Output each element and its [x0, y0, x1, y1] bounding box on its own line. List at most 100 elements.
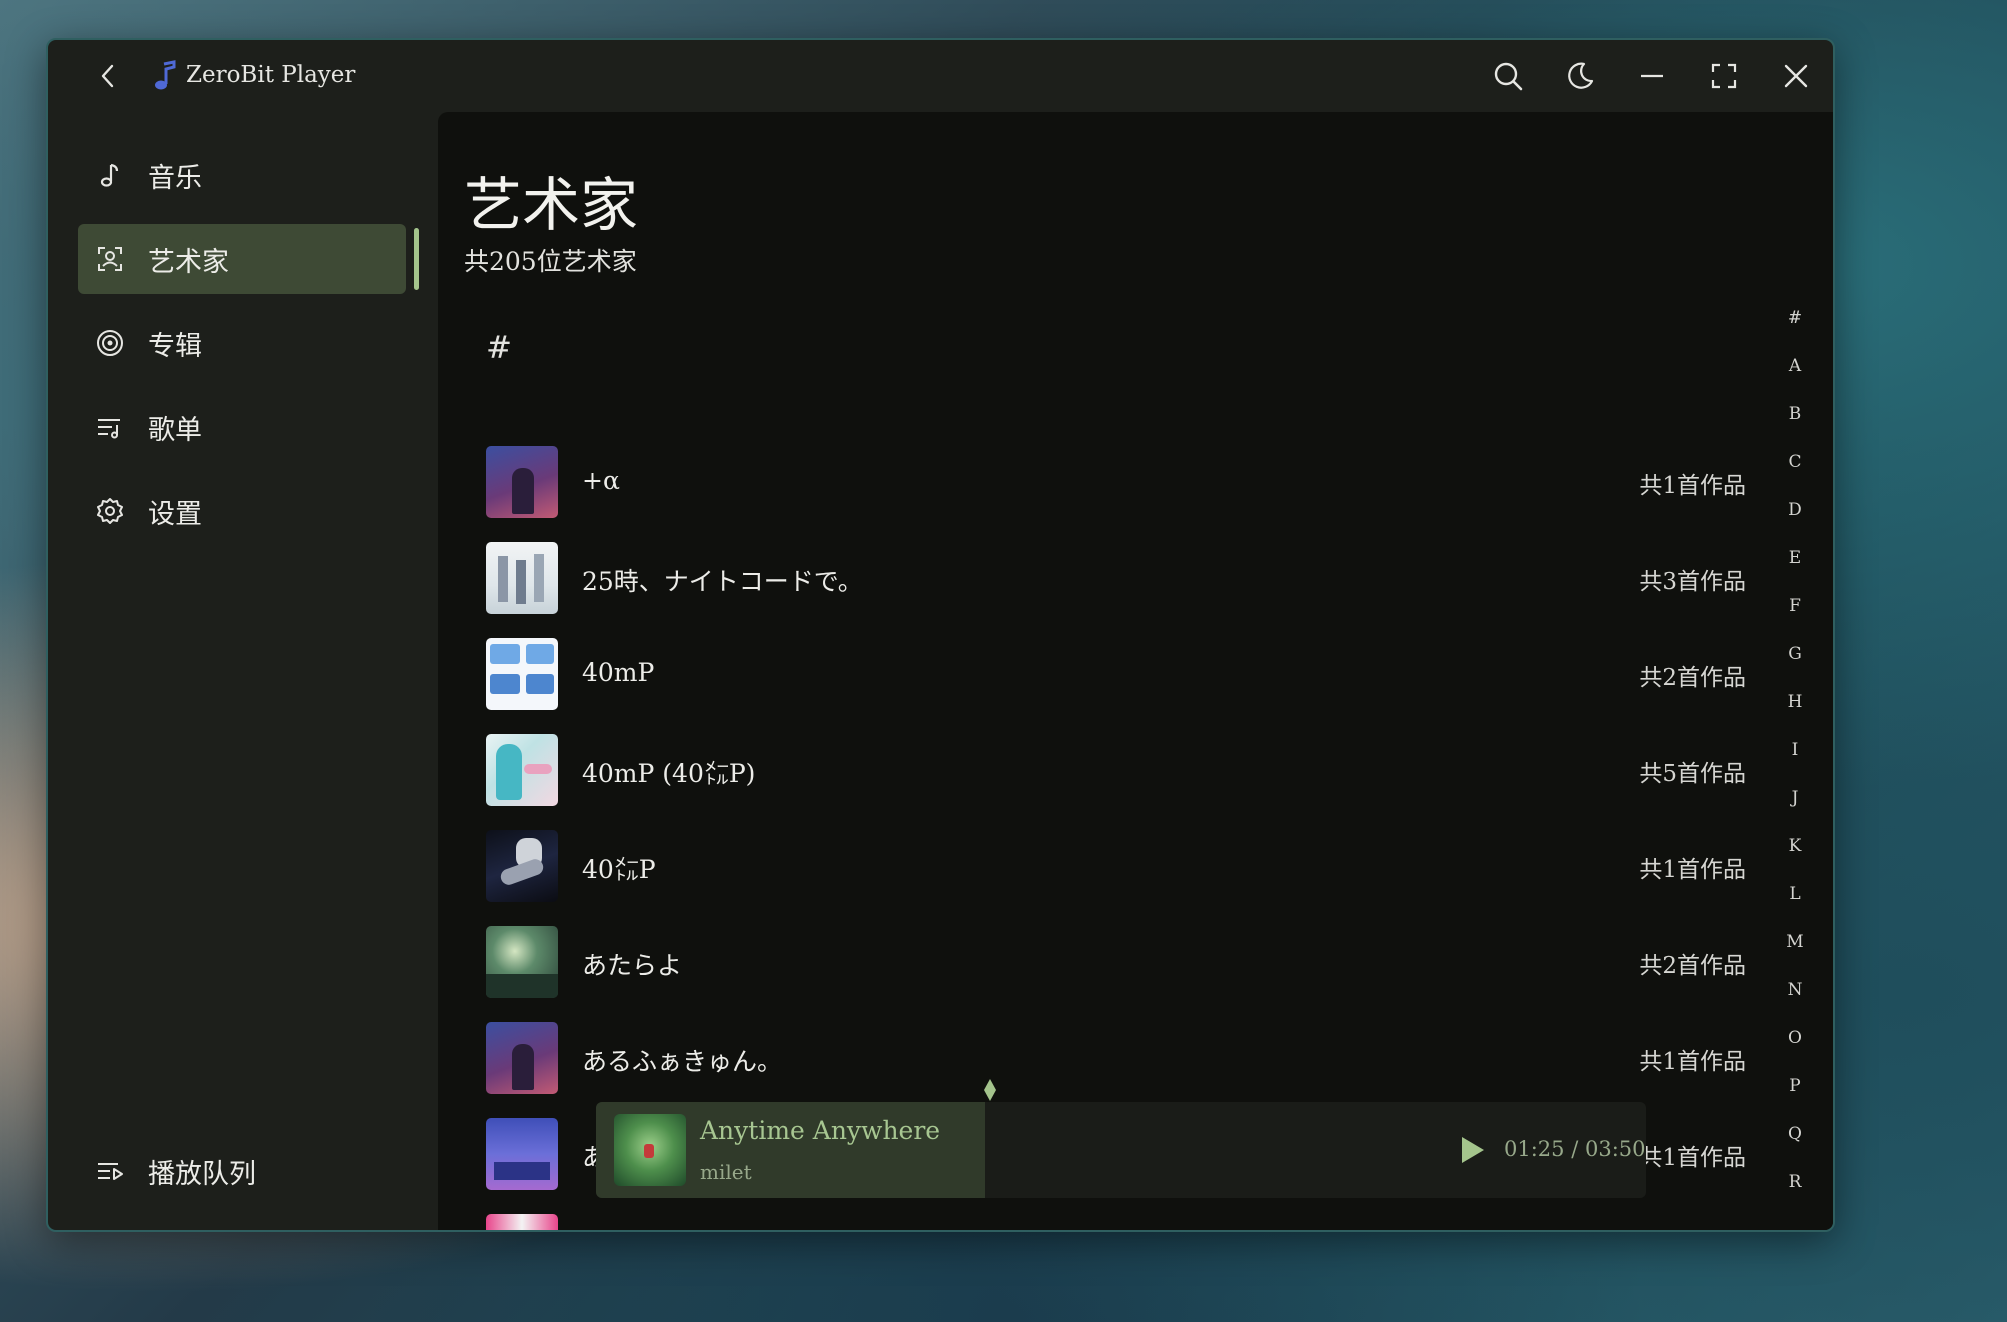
artist-icon	[96, 245, 124, 273]
app-title: ZeroBit Player	[186, 62, 356, 88]
group-header: #	[486, 330, 512, 366]
alpha-index-item[interactable]: P	[1780, 1076, 1810, 1124]
alpha-index-item[interactable]: B	[1780, 404, 1810, 452]
alpha-index-item[interactable]: M	[1780, 932, 1810, 980]
sidebar-item-label: 设置	[148, 498, 202, 530]
progress-handle-icon[interactable]	[982, 1078, 998, 1102]
back-button[interactable]	[90, 58, 126, 94]
queue-icon	[96, 1157, 124, 1185]
sidebar-item-label: 艺术家	[148, 246, 229, 278]
now-playing-title: Anytime Anywhere	[700, 1116, 941, 1145]
music-note-icon	[96, 161, 124, 189]
artist-thumbnail	[486, 734, 558, 806]
track-count: 共1首作品	[1639, 1145, 1746, 1171]
minimize-button[interactable]	[1632, 56, 1672, 96]
app-window: ZeroBit Player 音乐 艺术家 专辑 歌单 设置 播放队列 艺术家 …	[46, 38, 1835, 1232]
current-time: 01:25	[1504, 1137, 1565, 1161]
playback-time: 01:25 / 03:50	[1504, 1137, 1646, 1161]
alpha-index-item[interactable]: L	[1780, 884, 1810, 932]
alpha-index-item[interactable]: O	[1780, 1028, 1810, 1076]
time-separator: /	[1571, 1137, 1579, 1161]
alpha-index-item[interactable]: J	[1780, 788, 1810, 836]
artist-row[interactable]: 40mP 共2首作品	[486, 630, 1746, 720]
artist-name: 40mP (40㍍P)	[582, 759, 756, 788]
alpha-index-item[interactable]: D	[1780, 500, 1810, 548]
track-count: 共1首作品	[1639, 857, 1746, 883]
sidebar-item-settings[interactable]: 设置	[78, 476, 406, 546]
alpha-index-item[interactable]: #	[1780, 308, 1810, 356]
maximize-button[interactable]	[1704, 56, 1744, 96]
artist-name: あたらよ	[582, 951, 683, 980]
artist-thumbnail	[486, 830, 558, 902]
track-count: 共1首作品	[1639, 473, 1746, 499]
close-button[interactable]	[1776, 56, 1816, 96]
alphabet-index: # A B C D E F G H I J K L M N O P Q R	[1780, 308, 1810, 1220]
sidebar-item-label: 歌单	[148, 414, 202, 446]
track-count: 共3首作品	[1639, 569, 1746, 595]
now-playing-cover	[614, 1114, 686, 1186]
track-count: 共1首作品	[1639, 1049, 1746, 1075]
artist-row[interactable]: 40㍍P 共1首作品	[486, 822, 1746, 912]
artist-row-partial[interactable]	[486, 1206, 1746, 1230]
alpha-index-item[interactable]: E	[1780, 548, 1810, 596]
minimize-icon	[1641, 74, 1663, 78]
queue-label: 播放队列	[148, 1158, 256, 1190]
artist-name: 40mP	[582, 658, 655, 687]
artist-row[interactable]: +α 共1首作品	[486, 438, 1746, 528]
title-bar: ZeroBit Player	[48, 40, 1833, 112]
now-playing-artist: milet	[700, 1160, 752, 1184]
artist-row[interactable]: あるふぁきゅん。 共1首作品	[486, 1014, 1746, 1104]
alpha-index-item[interactable]: I	[1780, 740, 1810, 788]
artist-thumbnail	[486, 926, 558, 998]
sidebar: 音乐 艺术家 专辑 歌单 设置 播放队列	[48, 112, 428, 1230]
moon-icon	[1568, 62, 1594, 89]
play-queue-button[interactable]: 播放队列	[78, 1136, 406, 1206]
artist-thumbnail	[486, 542, 558, 614]
alpha-index-item[interactable]: F	[1780, 596, 1810, 644]
search-button[interactable]	[1488, 56, 1528, 96]
settings-icon	[96, 497, 124, 525]
active-indicator	[414, 228, 419, 290]
sidebar-item-playlists[interactable]: 歌单	[78, 392, 406, 462]
now-playing-bar[interactable]: Anytime Anywhere milet 01:25 / 03:50	[596, 1102, 1646, 1198]
artist-thumbnail	[486, 446, 558, 518]
sidebar-item-label: 专辑	[148, 330, 202, 362]
total-time: 03:50	[1584, 1137, 1646, 1161]
artist-thumbnail	[486, 1118, 558, 1190]
alpha-index-item[interactable]: R	[1780, 1172, 1810, 1220]
alpha-index-item[interactable]: A	[1780, 356, 1810, 404]
artist-row[interactable]: あたらよ 共2首作品	[486, 918, 1746, 1008]
sidebar-item-artists[interactable]: 艺术家	[78, 224, 406, 294]
artist-row[interactable]: 25時、ナイトコードで。 共3首作品	[486, 534, 1746, 624]
playlist-icon	[96, 413, 124, 441]
sidebar-item-albums[interactable]: 专辑	[78, 308, 406, 378]
track-count: 共5首作品	[1639, 761, 1746, 787]
artist-name: あるふぁきゅん。	[582, 1047, 783, 1076]
artist-name: 25時、ナイトコードで。	[582, 567, 863, 596]
artist-count: 共205位艺术家	[464, 247, 637, 276]
track-count: 共2首作品	[1639, 953, 1746, 979]
play-icon	[1462, 1137, 1484, 1163]
close-icon	[1784, 64, 1808, 88]
alpha-index-item[interactable]: C	[1780, 452, 1810, 500]
alpha-index-item[interactable]: H	[1780, 692, 1810, 740]
page-title: 艺术家	[464, 171, 639, 239]
artist-name: +α	[582, 466, 620, 495]
alpha-index-item[interactable]: K	[1780, 836, 1810, 884]
artist-thumbnail	[486, 1214, 558, 1230]
sidebar-item-label: 音乐	[148, 162, 202, 194]
album-icon	[96, 329, 124, 357]
artist-row[interactable]: 40mP (40㍍P) 共5首作品	[486, 726, 1746, 816]
alpha-index-item[interactable]: N	[1780, 980, 1810, 1028]
fullscreen-icon	[1711, 63, 1737, 89]
play-button[interactable]	[1456, 1134, 1488, 1166]
artist-thumbnail	[486, 1022, 558, 1094]
alpha-index-item[interactable]: G	[1780, 644, 1810, 692]
alpha-index-item[interactable]: Q	[1780, 1124, 1810, 1172]
sidebar-item-music[interactable]: 音乐	[78, 140, 406, 210]
app-logo-icon	[152, 60, 180, 92]
theme-toggle-button[interactable]	[1560, 56, 1600, 96]
artists-page: 艺术家 共205位艺术家 # +α 共1首作品 25時、ナイトコードで。 共3首…	[438, 112, 1833, 1230]
artist-thumbnail	[486, 638, 558, 710]
artist-name: 40㍍P	[582, 855, 656, 884]
